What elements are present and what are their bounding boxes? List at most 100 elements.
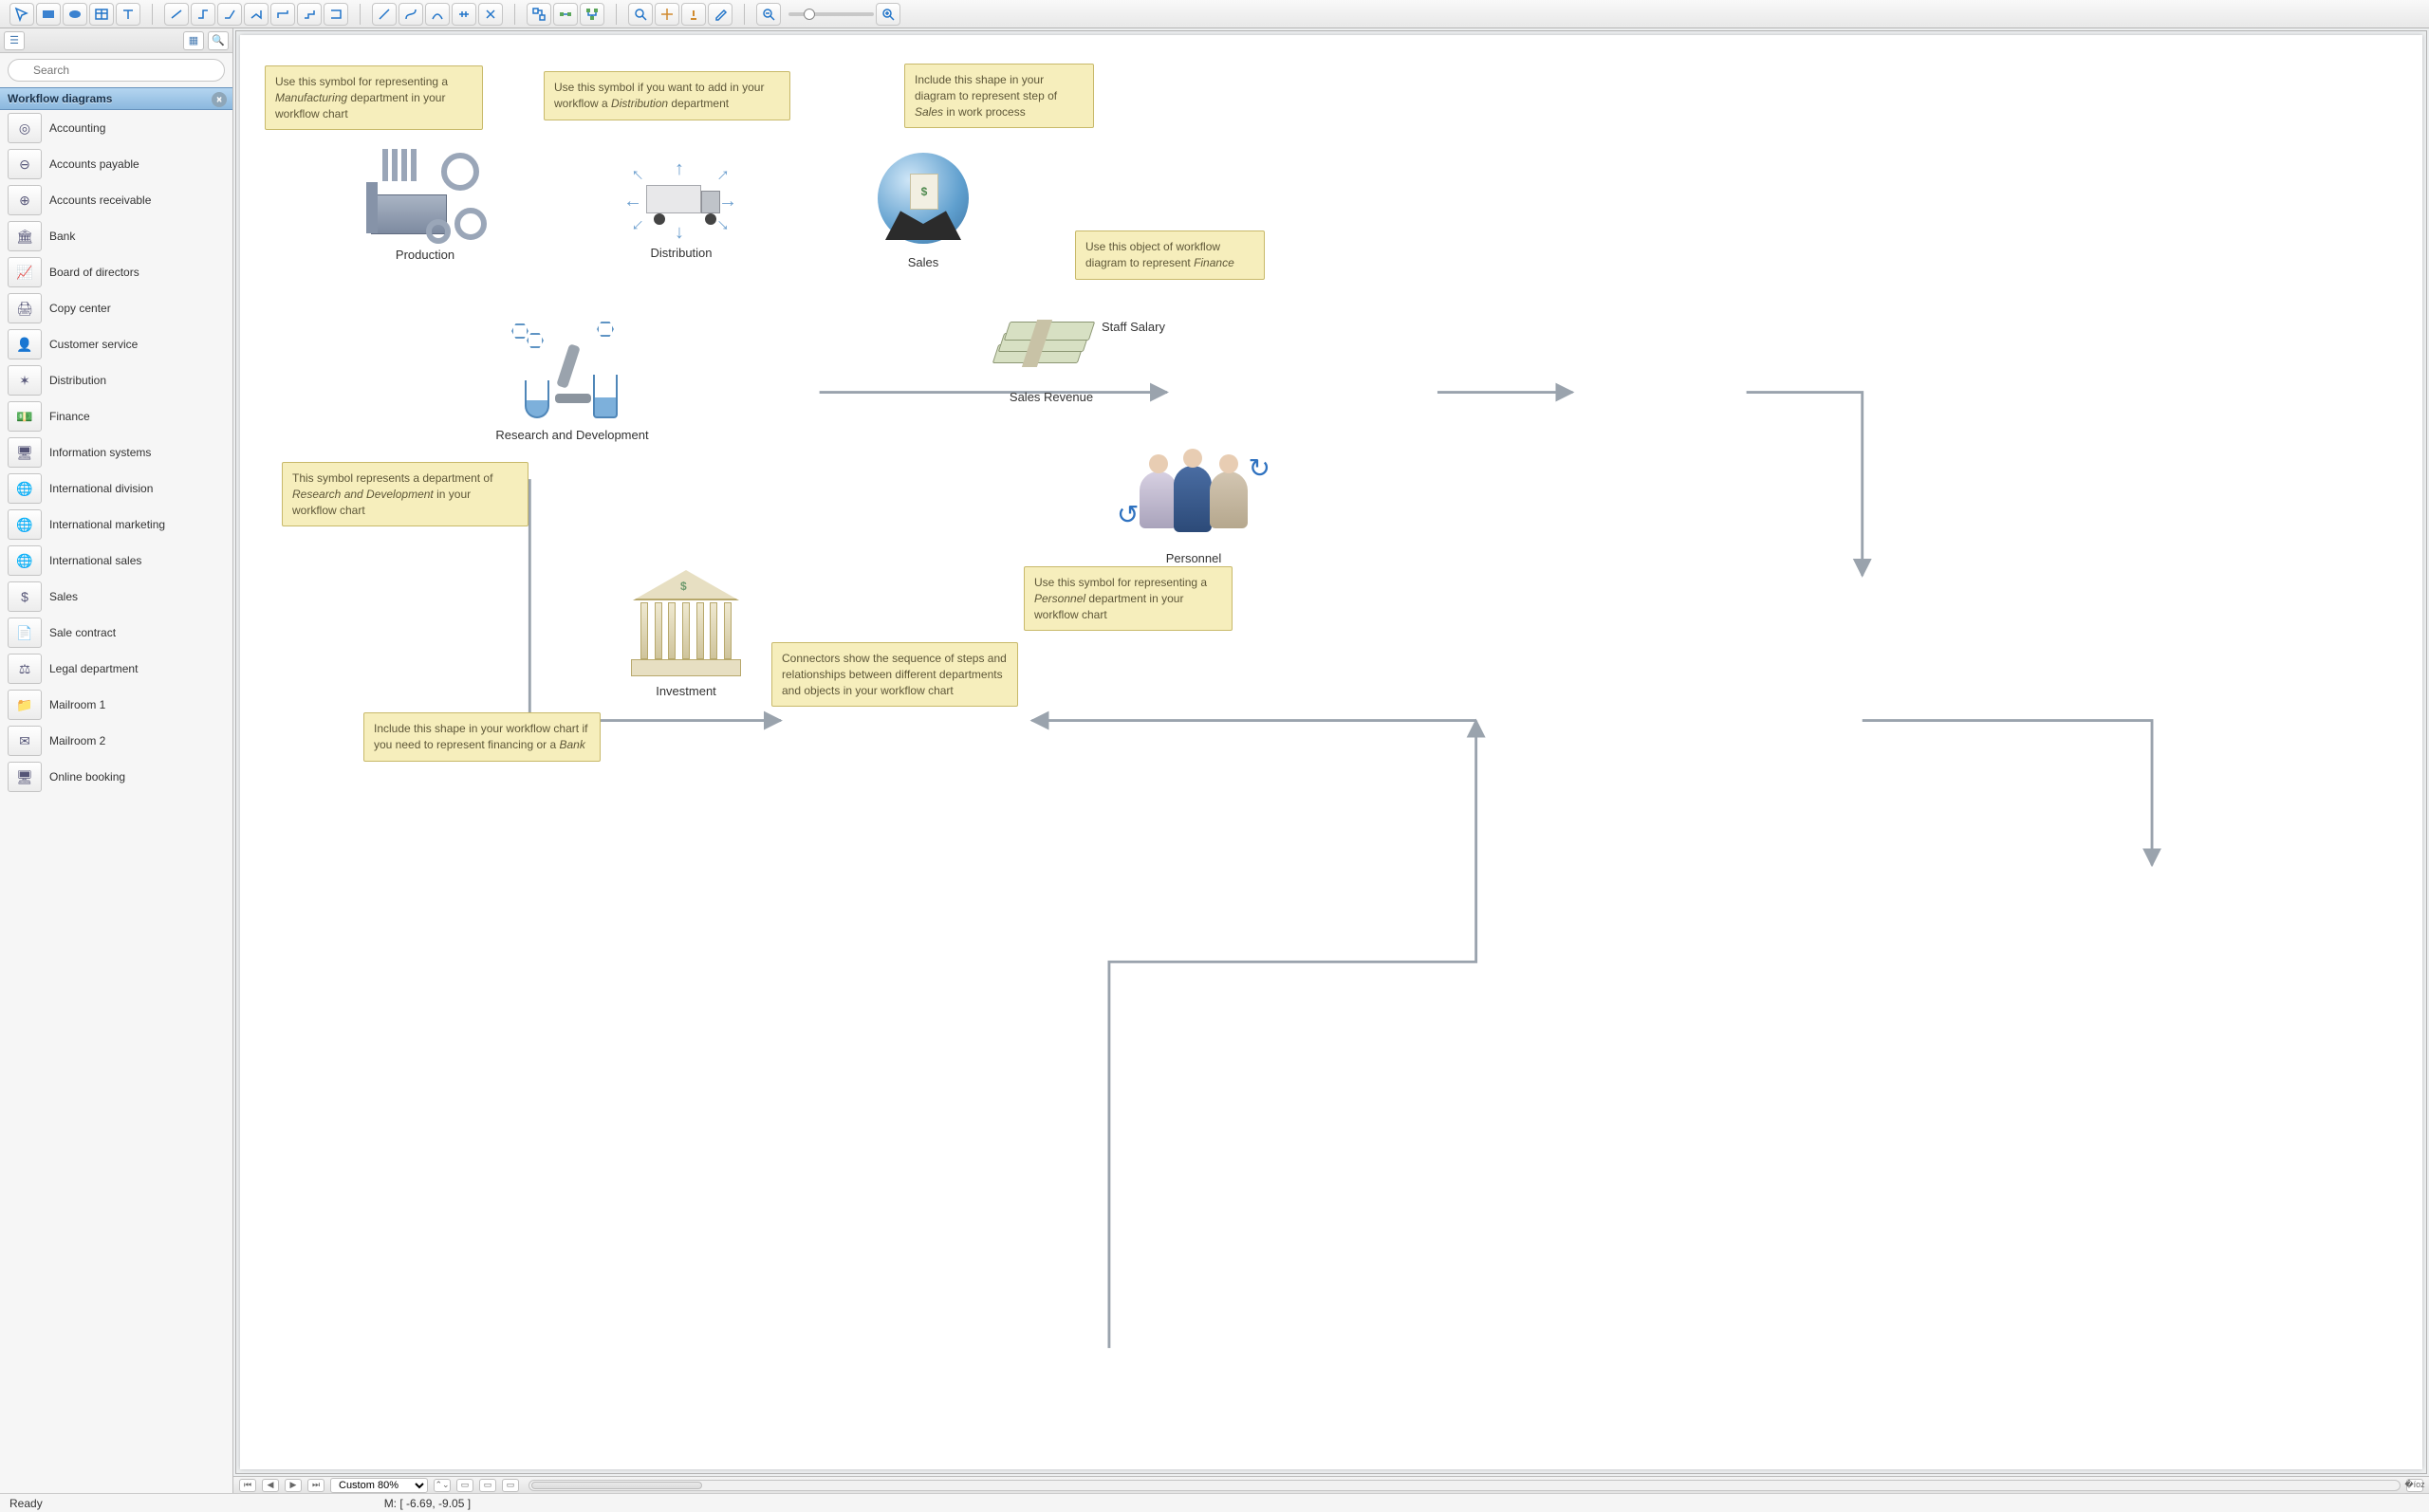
connector-6-button[interactable] bbox=[297, 3, 322, 26]
page-prev-button[interactable]: ◀ bbox=[262, 1479, 279, 1492]
eyedropper-tool-button[interactable] bbox=[708, 3, 732, 26]
library-grid-icon[interactable]: ▦ bbox=[183, 31, 204, 50]
library-header[interactable]: Workflow diagrams × bbox=[0, 87, 232, 110]
node-label: Sales bbox=[866, 255, 980, 269]
rect-tool-button[interactable] bbox=[36, 3, 61, 26]
hscroll-track[interactable] bbox=[528, 1480, 2401, 1491]
shape-thumb-icon: 🖥 bbox=[8, 762, 42, 792]
hscroll-thumb[interactable] bbox=[531, 1482, 702, 1489]
close-icon[interactable]: × bbox=[212, 92, 227, 107]
ellipse-tool-button[interactable] bbox=[63, 3, 87, 26]
table-tool-button[interactable] bbox=[89, 3, 114, 26]
arrange-2-button[interactable] bbox=[553, 3, 578, 26]
shape-thumb-icon: ✶ bbox=[8, 365, 42, 396]
connector-5-button[interactable] bbox=[270, 3, 295, 26]
node-label: Investment bbox=[601, 684, 771, 698]
status-coords: M: [ -6.69, -9.05 ] bbox=[375, 1497, 480, 1510]
callout-bank[interactable]: Include this shape in your workflow char… bbox=[363, 712, 601, 762]
line-tool-2-button[interactable] bbox=[399, 3, 423, 26]
main-split: ☰ ▦ 🔍 🔍 Workflow diagrams × ◎Accounting⊖… bbox=[0, 28, 2429, 1493]
line-tool-4-button[interactable] bbox=[452, 3, 476, 26]
page-first-button[interactable]: ⏮ bbox=[239, 1479, 256, 1492]
shape-item-mailroom-2[interactable]: ✉Mailroom 2 bbox=[0, 723, 232, 759]
node-personnel[interactable]: ↺↻ Personnel bbox=[1113, 443, 1274, 565]
shape-item-bank[interactable]: 🏛Bank bbox=[0, 218, 232, 254]
shape-item-sales[interactable]: $Sales bbox=[0, 579, 232, 615]
bank-icon: $ bbox=[620, 566, 752, 680]
zoom-select[interactable]: Custom 80% bbox=[330, 1478, 428, 1493]
shape-item-accounts-payable[interactable]: ⊖Accounts payable bbox=[0, 146, 232, 182]
line-tool-3-button[interactable] bbox=[425, 3, 450, 26]
zoom-slider-track[interactable] bbox=[788, 12, 874, 16]
shape-item-international-marketing[interactable]: 🌐International marketing bbox=[0, 507, 232, 543]
view-mode-3-button[interactable]: ▭ bbox=[502, 1479, 519, 1492]
arrange-3-button[interactable] bbox=[580, 3, 604, 26]
node-label: Production bbox=[363, 248, 487, 262]
shape-item-distribution[interactable]: ✶Distribution bbox=[0, 362, 232, 398]
node-distribution[interactable]: ↑↓ →← ↑↑ ↑↑ Distribution bbox=[620, 157, 743, 260]
shape-thumb-icon: 👤 bbox=[8, 329, 42, 360]
shape-item-copy-center[interactable]: 🖨Copy center bbox=[0, 290, 232, 326]
node-staff-salary[interactable]: Staff Salary bbox=[1102, 316, 1165, 334]
shape-item-label: Sale contract bbox=[49, 626, 116, 639]
arrange-1-button[interactable] bbox=[527, 3, 551, 26]
zoom-slider[interactable] bbox=[788, 12, 874, 16]
library-tree-icon[interactable]: ☰ bbox=[4, 31, 25, 50]
shape-item-accounting[interactable]: ◎Accounting bbox=[0, 110, 232, 146]
connector-1-button[interactable] bbox=[164, 3, 189, 26]
shape-item-information-systems[interactable]: 🖥Information systems bbox=[0, 434, 232, 470]
callout-production[interactable]: Use this symbol for representing a Manuf… bbox=[265, 65, 483, 130]
callout-text: Include this shape in your workflow char… bbox=[374, 722, 587, 751]
shape-item-finance[interactable]: 💵Finance bbox=[0, 398, 232, 434]
stamp-tool-button[interactable] bbox=[681, 3, 706, 26]
callout-sales[interactable]: Include this shape in your diagram to re… bbox=[904, 64, 1094, 128]
shape-item-international-sales[interactable]: 🌐International sales bbox=[0, 543, 232, 579]
shape-item-international-division[interactable]: 🌐International division bbox=[0, 470, 232, 507]
callout-connectors[interactable]: Connectors show the sequence of steps an… bbox=[771, 642, 1018, 707]
shape-item-board-of-directors[interactable]: 📈Board of directors bbox=[0, 254, 232, 290]
callout-finance[interactable]: Use this object of workflow diagram to r… bbox=[1075, 230, 1265, 280]
shape-item-online-booking[interactable]: 🖥Online booking bbox=[0, 759, 232, 795]
toolbar-separator bbox=[616, 4, 617, 25]
page-next-button[interactable]: ▶ bbox=[285, 1479, 302, 1492]
canvas-viewport[interactable]: Production ↑↓ →← ↑↑ ↑↑ Distribution bbox=[235, 30, 2427, 1474]
shape-thumb-icon: ✉ bbox=[8, 726, 42, 756]
node-production[interactable]: Production bbox=[363, 149, 487, 262]
connector-7-button[interactable] bbox=[324, 3, 348, 26]
corner-grip-icon[interactable]: �íoz bbox=[2406, 1479, 2423, 1492]
toolbar-group-zoom bbox=[752, 3, 904, 26]
page-last-button[interactable]: ⏭ bbox=[307, 1479, 324, 1492]
zoom-out-button[interactable] bbox=[756, 3, 781, 26]
pan-tool-button[interactable] bbox=[655, 3, 679, 26]
text-tool-button[interactable] bbox=[116, 3, 140, 26]
node-rnd[interactable]: Research and Development bbox=[487, 320, 658, 442]
callout-rnd[interactable]: This symbol represents a department of R… bbox=[282, 462, 528, 526]
toolbar-separator bbox=[152, 4, 153, 25]
node-sales[interactable]: $ Sales bbox=[866, 147, 980, 269]
zoom-in-button[interactable] bbox=[876, 3, 900, 26]
view-mode-2-button[interactable]: ▭ bbox=[479, 1479, 496, 1492]
shape-thumb-icon: 🌐 bbox=[8, 545, 42, 576]
view-mode-1-button[interactable]: ▭ bbox=[456, 1479, 473, 1492]
connector-3-button[interactable] bbox=[217, 3, 242, 26]
callout-personnel[interactable]: Use this symbol for representing a Perso… bbox=[1024, 566, 1233, 631]
library-search-icon[interactable]: 🔍 bbox=[208, 31, 229, 50]
zoom-stepper-icon[interactable]: ⌃⌄ bbox=[434, 1479, 451, 1492]
node-investment[interactable]: $ Investment bbox=[601, 566, 771, 698]
search-input[interactable] bbox=[8, 59, 225, 82]
line-tool-1-button[interactable] bbox=[372, 3, 397, 26]
shape-item-customer-service[interactable]: 👤Customer service bbox=[0, 326, 232, 362]
shape-item-accounts-receivable[interactable]: ⊕Accounts receivable bbox=[0, 182, 232, 218]
line-tool-5-button[interactable] bbox=[478, 3, 503, 26]
zoom-slider-thumb[interactable] bbox=[804, 9, 815, 20]
pointer-tool-button[interactable] bbox=[9, 3, 34, 26]
canvas-page[interactable]: Production ↑↓ →← ↑↑ ↑↑ Distribution bbox=[240, 35, 2422, 1469]
callout-distribution[interactable]: Use this symbol if you want to add in yo… bbox=[544, 71, 790, 120]
shape-item-legal-department[interactable]: ⚖Legal department bbox=[0, 651, 232, 687]
shape-item-mailroom-1[interactable]: 📁Mailroom 1 bbox=[0, 687, 232, 723]
toolbar-separator bbox=[744, 4, 745, 25]
connector-4-button[interactable] bbox=[244, 3, 269, 26]
shape-item-sale-contract[interactable]: 📄Sale contract bbox=[0, 615, 232, 651]
connector-2-button[interactable] bbox=[191, 3, 215, 26]
zoom-tool-button[interactable] bbox=[628, 3, 653, 26]
